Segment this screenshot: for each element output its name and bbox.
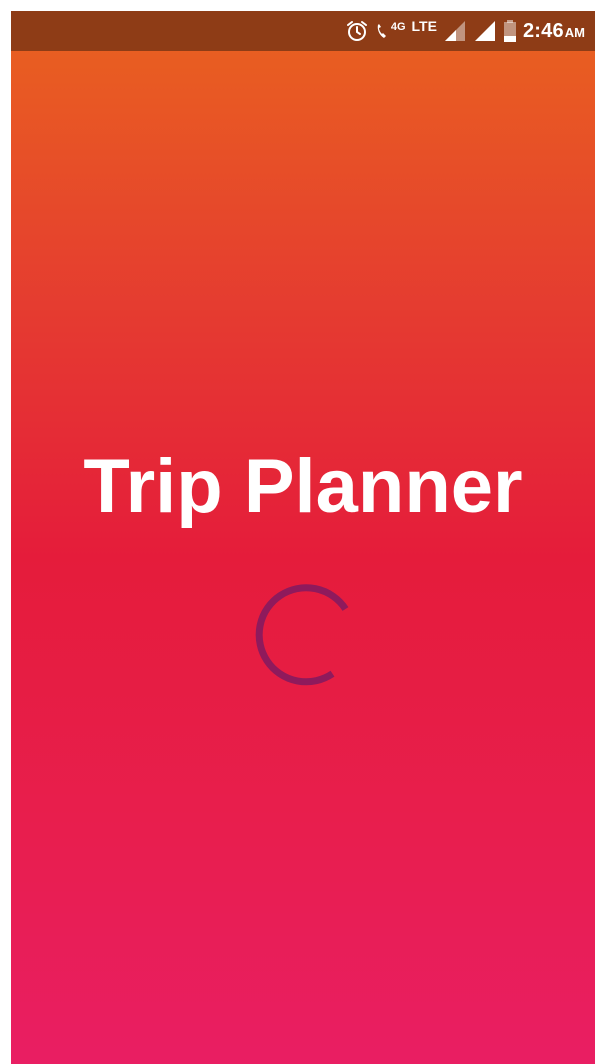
network-4g-label: 4G <box>390 21 406 33</box>
status-bar: 4G LTE 2:46 AM <box>11 11 595 51</box>
wifi-call-icon: 4G <box>375 19 406 43</box>
battery-icon <box>503 19 517 43</box>
lte-label: LTE <box>411 18 437 34</box>
clock-am-pm: AM <box>564 24 585 40</box>
signal-icon <box>473 19 497 43</box>
signal-icon <box>443 19 467 43</box>
app-title: Trip Planner <box>83 444 523 529</box>
clock-time: 2:46 <box>522 19 564 42</box>
clock: 2:46 AM <box>523 20 585 43</box>
loading-spinner-icon <box>255 584 349 686</box>
alarm-icon <box>345 19 369 43</box>
status-icons: 4G LTE 2:46 AM <box>345 11 585 51</box>
splash-screen: 4G LTE 2:46 AM Trip Planner <box>11 11 595 1064</box>
